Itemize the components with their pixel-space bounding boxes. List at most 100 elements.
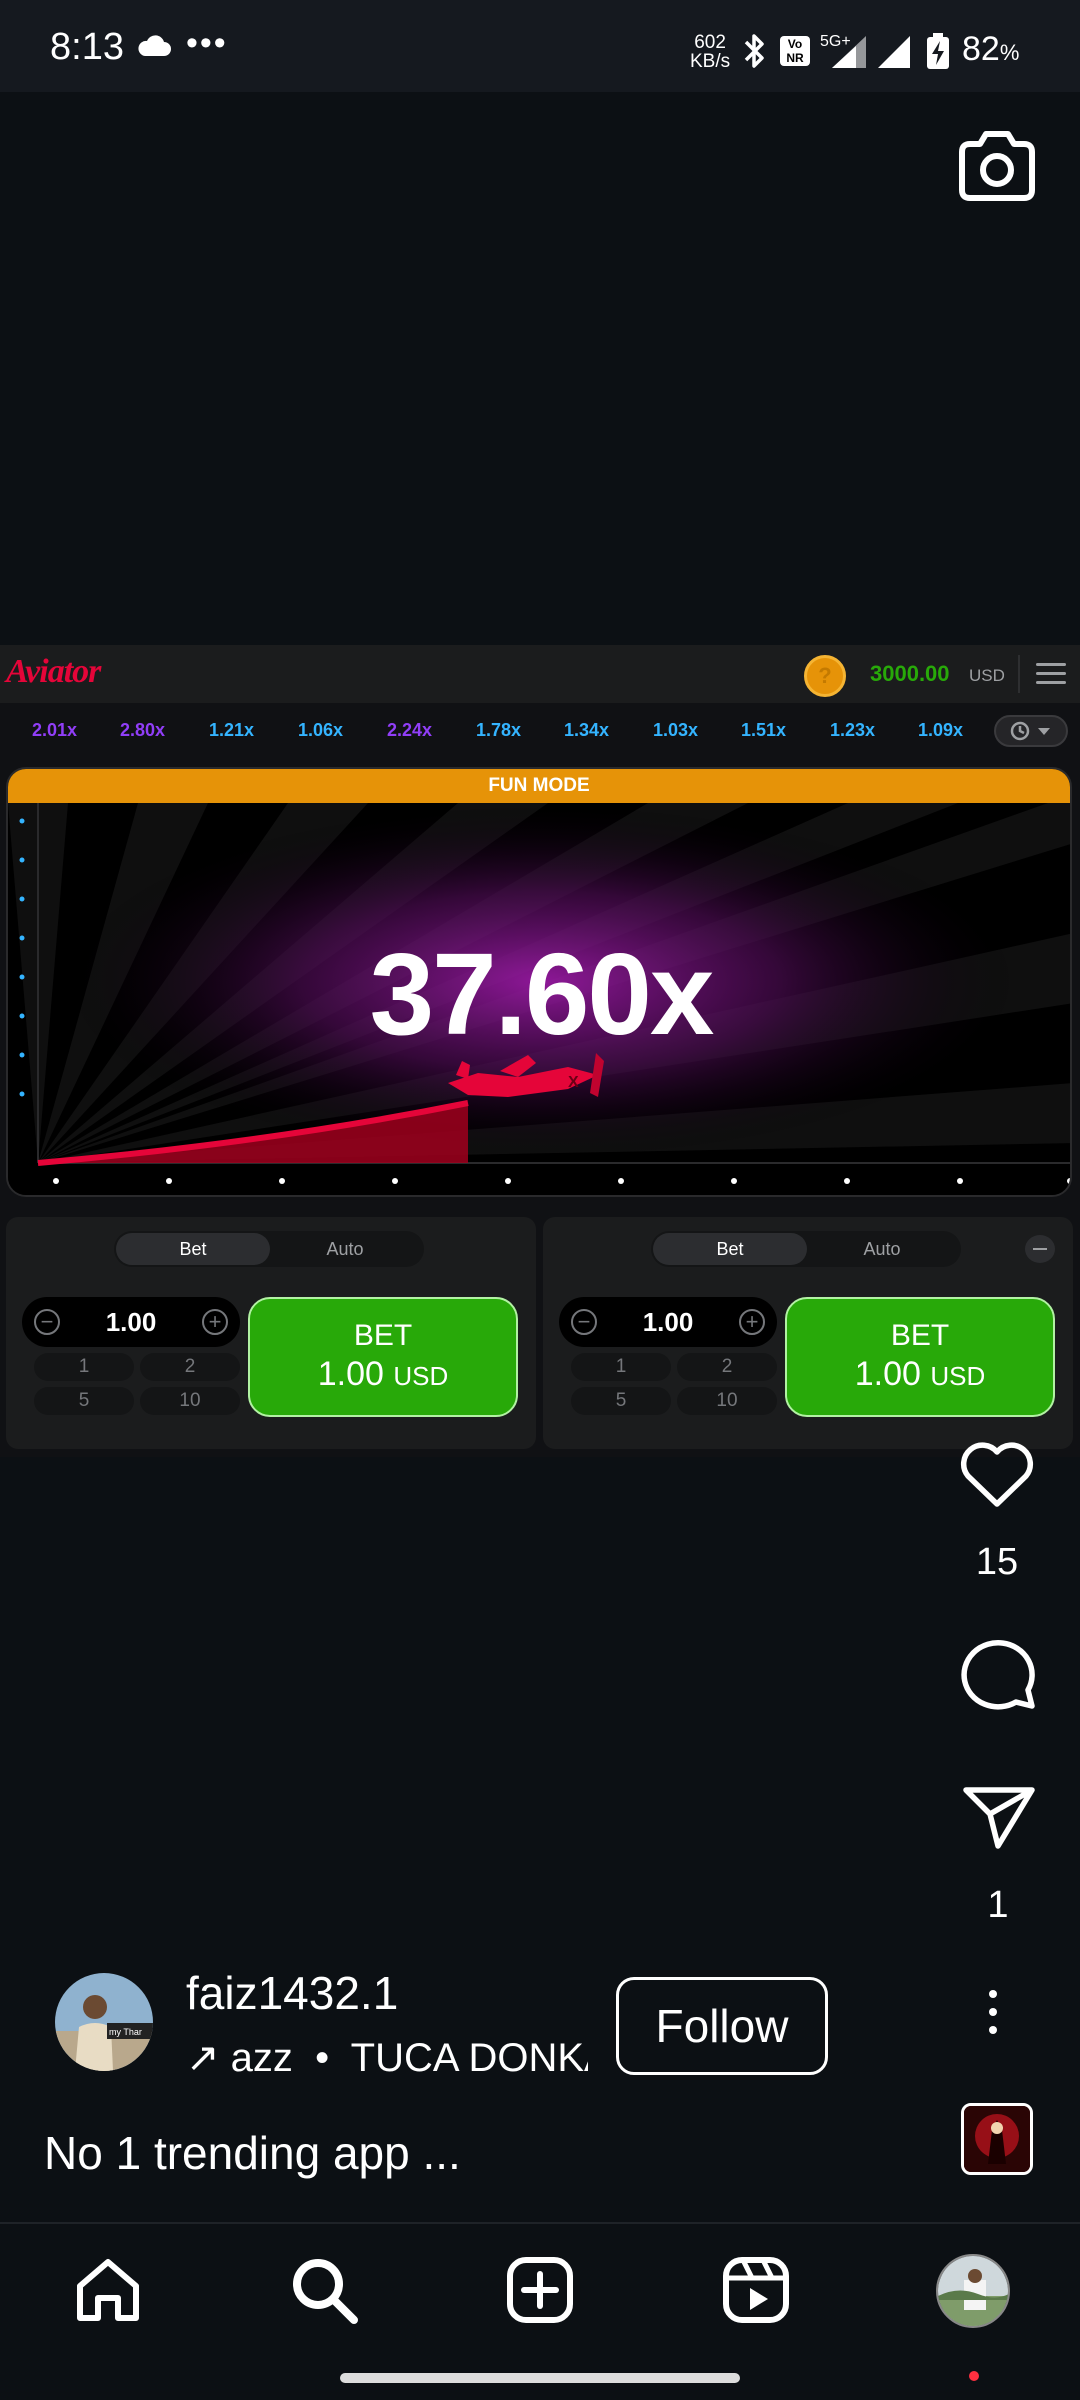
quick-amount-2[interactable]: 2 [140, 1353, 240, 1381]
net-speed: 602 KB/s [690, 33, 730, 71]
username[interactable]: faiz1432.1 [186, 1966, 398, 2020]
comment-icon[interactable] [958, 1634, 1038, 1710]
follow-button[interactable]: Follow [616, 1977, 828, 2075]
profile-avatar[interactable] [936, 2254, 1010, 2328]
bet-amount-input[interactable]: 1.00 [62, 1307, 200, 1338]
notification-dot [969, 2371, 979, 2381]
net-speed-value: 602 [694, 32, 726, 53]
audio-info[interactable]: ↗ azz • TUCA DONKA [186, 2035, 588, 2085]
audio-track: TUCA DONKA [350, 2036, 588, 2080]
menu-icon[interactable] [1036, 663, 1066, 685]
network-label: 5G+ [820, 33, 851, 50]
share-count: 1 [987, 1884, 1009, 1926]
profile-photo [938, 2256, 1008, 2326]
quick-amount-2[interactable]: 2 [677, 1353, 777, 1381]
bet-amount-value: 1.00 [317, 1355, 384, 1393]
history-chip: 1.78x [476, 720, 522, 740]
bet-button[interactable]: BET 1.00 USD [785, 1297, 1055, 1417]
decrease-bet-button[interactable]: − [571, 1309, 597, 1335]
remove-panel-button[interactable] [1025, 1235, 1055, 1263]
history-chip: 1.09x [918, 720, 964, 740]
quick-amount-1[interactable]: 1 [571, 1353, 671, 1381]
bet-button-amount: 1.00 USD [250, 1355, 516, 1394]
game-stage: FUN MODE X 37.60x [6, 767, 1072, 1197]
aviator-game: Aviator ? 3000.00 USD 2.01x 2.80x 1.21x … [0, 645, 1080, 1457]
history-chip: 1.03x [653, 720, 699, 740]
battery-value: 82 [962, 30, 1000, 68]
bet-amount-value: 1.00 [854, 1355, 921, 1393]
increase-bet-button[interactable]: + [202, 1309, 228, 1335]
avatar-photo: my Thar [55, 1973, 153, 2071]
increase-bet-button[interactable]: + [739, 1309, 765, 1335]
home-icon[interactable] [72, 2254, 144, 2326]
camera-icon[interactable] [956, 128, 1038, 204]
tab-auto[interactable]: Auto [268, 1233, 422, 1265]
like-count: 15 [975, 1541, 1019, 1583]
caption[interactable]: No 1 trending app ... [44, 2126, 461, 2180]
notification-dots: ••• [186, 24, 228, 62]
tab-auto[interactable]: Auto [805, 1233, 959, 1265]
search-icon[interactable] [288, 2254, 360, 2326]
battery-level: 82% [962, 30, 1019, 69]
quick-amount-1[interactable]: 1 [34, 1353, 134, 1381]
history-chip: 1.21x [209, 720, 255, 740]
audio-arrow-icon: ↗ [186, 2036, 220, 2080]
battery-charging-icon [927, 33, 949, 69]
avatar-label: my Thar [109, 2027, 142, 2037]
history-chip: 1.06x [298, 720, 344, 740]
bluetooth-icon [744, 34, 764, 68]
history-chip: 2.24x [387, 720, 433, 740]
history-chip: 1.34x [564, 720, 610, 740]
cloud-icon [138, 35, 171, 56]
current-multiplier: 37.60x [369, 929, 715, 1059]
quick-amount-10[interactable]: 10 [677, 1387, 777, 1415]
bet-panel-1: Bet Auto − 1.00 + 1 2 5 10 BET 1.00 USD [6, 1217, 536, 1449]
history-chip: 2.01x [32, 720, 78, 740]
fun-mode-banner: FUN MODE [8, 769, 1070, 803]
plus-square-icon[interactable] [504, 2254, 576, 2326]
quick-amount-5[interactable]: 5 [571, 1387, 671, 1415]
coin-icon: ? [804, 655, 846, 697]
history-toggle-button[interactable] [994, 715, 1068, 747]
avatar[interactable]: my Thar [55, 1973, 153, 2071]
header-divider [1018, 655, 1020, 693]
bet-mode-tabs: Bet Auto [114, 1231, 424, 1267]
more-vertical-icon[interactable] [985, 1990, 1001, 2042]
history-chip: 1.23x [830, 720, 876, 740]
reels-icon[interactable] [720, 2254, 792, 2326]
audio-thumbnail[interactable] [961, 2103, 1033, 2175]
balance-amount: 3000.00 [870, 661, 950, 686]
status-bar: 8:13 ••• 602 KB/s Vo NR 5G+ 82% [0, 0, 1080, 92]
history-icon [1010, 721, 1050, 741]
bet-panel-2: Bet Auto − 1.00 + 1 2 5 10 BET 1.00 USD [543, 1217, 1073, 1449]
decrease-bet-button[interactable]: − [34, 1309, 60, 1335]
multiplier-history: 2.01x 2.80x 1.21x 1.06x 2.24x 1.78x 1.34… [0, 713, 1080, 747]
tab-bet[interactable]: Bet [116, 1233, 270, 1265]
quick-amount-10[interactable]: 10 [140, 1387, 240, 1415]
net-speed-unit: KB/s [690, 51, 731, 72]
bet-mode-tabs: Bet Auto [651, 1231, 961, 1267]
bet-amount-currency: USD [930, 1361, 986, 1391]
bet-amount-stepper: − 1.00 + [22, 1297, 240, 1347]
send-icon[interactable] [962, 1784, 1036, 1850]
audio-prefix: azz [230, 2036, 293, 2080]
svg-text:X: X [568, 1074, 579, 1091]
quick-amount-5[interactable]: 5 [34, 1387, 134, 1415]
battery-unit: % [999, 40, 1020, 65]
aviator-logo: Aviator [6, 653, 101, 690]
heart-icon[interactable] [958, 1440, 1036, 1510]
audio-art [964, 2106, 1030, 2172]
history-chip: 1.51x [741, 720, 787, 740]
signal-icon [878, 36, 910, 68]
bet-button-label: BET [890, 1319, 950, 1352]
bet-button[interactable]: BET 1.00 USD [248, 1297, 518, 1417]
tab-bet[interactable]: Bet [653, 1233, 807, 1265]
home-indicator[interactable] [340, 2373, 740, 2383]
bet-button-label: BET [353, 1319, 413, 1352]
history-chip: 2.80x [120, 720, 166, 740]
bet-amount-currency: USD [393, 1361, 449, 1391]
bet-amount-input[interactable]: 1.00 [599, 1307, 737, 1338]
audio-separator: • [315, 2036, 330, 2080]
balance-currency: USD [969, 666, 1005, 685]
volte-icon: Vo NR [780, 36, 810, 66]
